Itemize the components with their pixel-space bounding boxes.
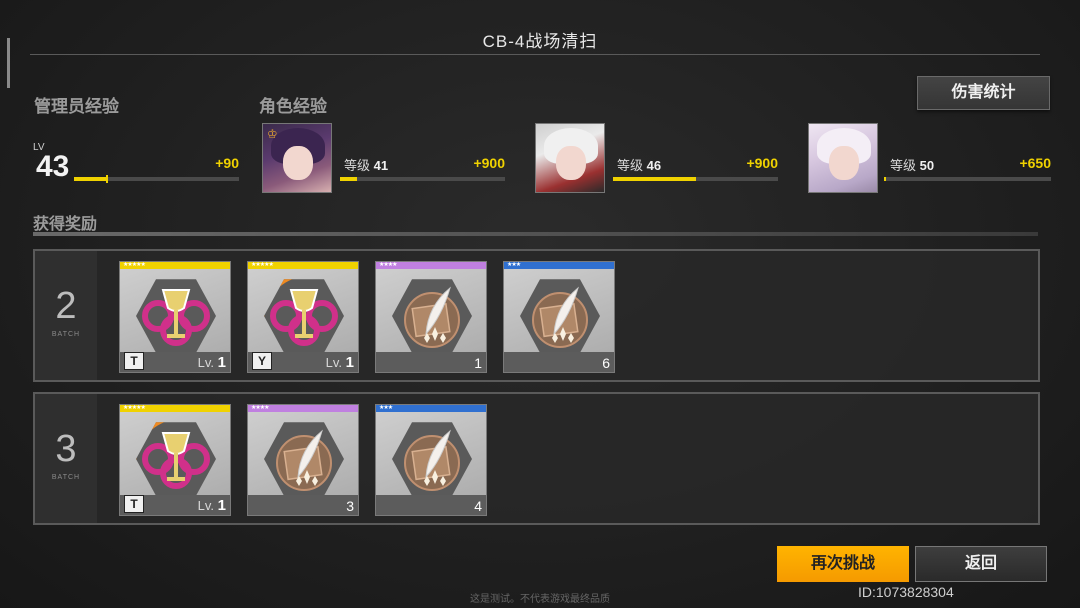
item-footer	[504, 352, 614, 372]
feather-icon	[392, 276, 472, 356]
rarity-stars: ★★★★★	[123, 262, 146, 268]
batch-number: 3	[55, 428, 77, 470]
rarity-stars: ★★★★	[251, 405, 269, 411]
item-footer	[248, 495, 358, 515]
admin-exp-bar-fill	[74, 177, 107, 181]
item-count: 4	[474, 498, 482, 514]
bar-fill	[884, 177, 886, 181]
feather-icon	[520, 276, 600, 356]
rarity-stars: ★★★★	[379, 262, 397, 268]
rarity-stars: ★★★★★	[123, 405, 146, 411]
item-level: Lv. 1	[197, 497, 226, 514]
character-exp-bar-2	[613, 177, 778, 181]
feather-material-card[interactable]: ★★★ 4	[375, 404, 487, 516]
header-divider	[30, 54, 1040, 55]
rarity-stars: ★★★★★	[251, 262, 274, 268]
equipment-type-icon: T	[124, 352, 144, 370]
item-level: Lv. 1	[197, 354, 226, 371]
rarity-stars: ★★★	[507, 262, 521, 268]
crown-icon: ♔	[267, 127, 278, 141]
batch-number-block: 3 BATCH	[35, 394, 97, 523]
rarity-stars: ★★★	[379, 405, 393, 411]
item-footer	[376, 495, 486, 515]
batch-number: 2	[55, 285, 77, 327]
back-button[interactable]: 返回	[915, 546, 1047, 582]
bar-fill	[613, 177, 696, 181]
chalice-icon	[136, 276, 216, 356]
rarity-bar	[376, 405, 486, 412]
character-level-3: 等级 50	[890, 158, 935, 173]
batch-panel-2: 2 BATCH ★★★★★ T Lv. 1 ★★★★★ Y Lv. 1 ★★★★…	[33, 249, 1040, 382]
portrait-face	[829, 146, 859, 180]
character-portrait-3	[808, 123, 878, 193]
test-disclaimer: 这是测试。不代表游戏最终品质	[470, 594, 610, 605]
feather-material-card[interactable]: ★★★★ 3	[247, 404, 359, 516]
feather-icon	[264, 419, 344, 499]
character-exp-bar-1	[340, 177, 505, 181]
equipment-type-icon: T	[124, 495, 144, 513]
admin-exp-label: 管理员经验	[34, 97, 119, 116]
batch-number-block: 2 BATCH	[35, 251, 97, 380]
admin-exp-bar-tick	[106, 175, 108, 183]
feather-material-card[interactable]: ★★★ 6	[503, 261, 615, 373]
admin-exp-bar	[74, 175, 239, 183]
character-level-2: 等级 46	[617, 158, 662, 173]
character-exp-gain-1: +900	[473, 155, 505, 171]
chalice-icon	[136, 419, 216, 499]
damage-stats-button[interactable]: 伤害统计	[917, 76, 1050, 110]
page-title: CB-4战场清扫	[482, 32, 598, 51]
batch-word: BATCH	[51, 474, 81, 481]
character-exp-gain-2: +900	[746, 155, 778, 171]
chalice-item-card[interactable]: ★★★★★ T Lv. 1	[119, 261, 231, 373]
admin-exp-gain: +90	[215, 155, 239, 171]
portrait-face	[556, 146, 586, 180]
chalice-item-card[interactable]: ★★★★★ Y Lv. 1	[247, 261, 359, 373]
character-level-1: 等级 41	[344, 158, 389, 173]
item-level: Lv. 1	[325, 354, 354, 371]
feather-material-card[interactable]: ★★★★ 1	[375, 261, 487, 373]
portrait-face	[283, 146, 313, 180]
retry-button[interactable]: 再次挑战	[777, 546, 909, 582]
rewards-divider	[33, 232, 1038, 236]
chalice-item-card[interactable]: ★★★★★ T Lv. 1	[119, 404, 231, 516]
batch-word: BATCH	[51, 331, 81, 338]
admin-level: 43	[36, 150, 70, 183]
bar-fill	[340, 177, 357, 181]
item-count: 3	[346, 498, 354, 514]
character-exp-label: 角色经验	[259, 97, 327, 116]
chalice-icon	[264, 276, 344, 356]
character-portrait-1: ♔	[262, 123, 332, 193]
rewards-label: 获得奖励	[33, 216, 98, 233]
character-exp-bar-3	[884, 177, 1051, 181]
item-count: 6	[602, 355, 610, 371]
batch-panel-3: 3 BATCH ★★★★★ T Lv. 1 ★★★★ 3 ★★★ 4	[33, 392, 1040, 525]
item-count: 1	[474, 355, 482, 371]
item-footer	[376, 352, 486, 372]
character-portrait-2	[535, 123, 605, 193]
character-exp-gain-3: +650	[1019, 155, 1051, 171]
equipment-type-icon: Y	[252, 352, 272, 370]
feather-icon	[392, 419, 472, 499]
rarity-bar	[504, 262, 614, 269]
